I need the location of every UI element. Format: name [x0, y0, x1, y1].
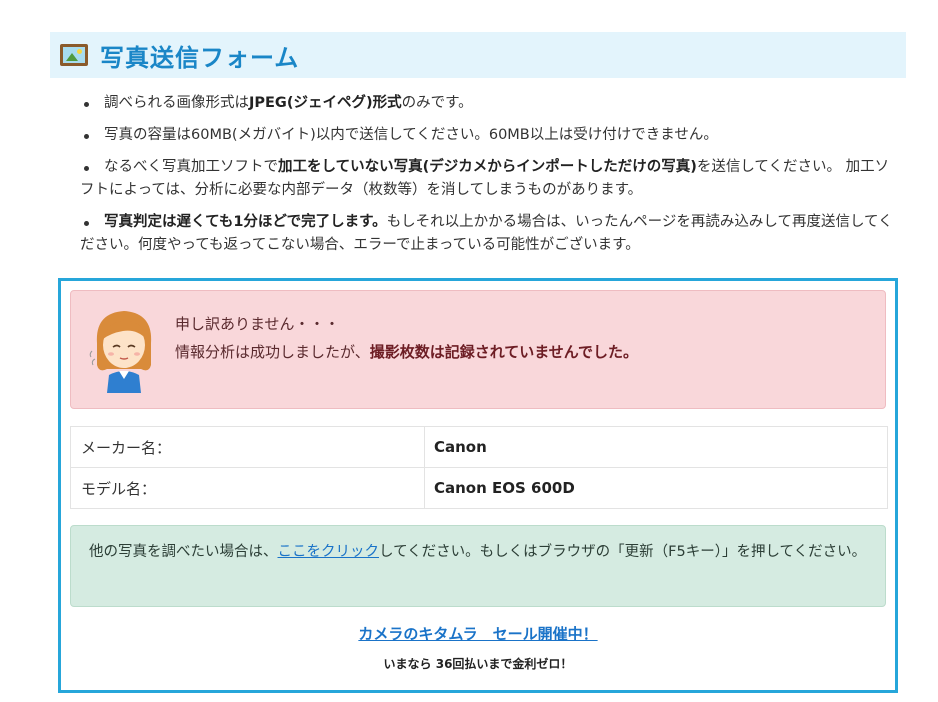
- picture-frame-icon: [60, 44, 88, 66]
- page-title: 写真送信フォーム: [100, 43, 300, 72]
- rule-item: 調べられる画像形式はJPEG(ジェイペグ)形式のみです。: [80, 92, 900, 115]
- rule-item: 写真判定は遅くても1分ほどで完了します。もしそれ以上かかる場合は、いったんページ…: [80, 211, 900, 257]
- table-row: モデル名： Canon EOS 600D: [70, 467, 888, 509]
- upload-rules-list: 調べられる画像形式はJPEG(ジェイペグ)形式のみです。 写真の容量は60MB(…: [80, 92, 900, 266]
- retry-notice: 他の写真を調べたい場合は、ここをクリックしてください。もしくはブラウザの「更新（…: [70, 525, 886, 607]
- maker-value: Canon: [424, 426, 888, 468]
- table-row: メーカー名： Canon: [70, 426, 888, 468]
- kitamura-sale-link[interactable]: カメラのキタムラ セール開催中！: [61, 623, 895, 644]
- error-alert: 申し訳ありません・・・ 情報分析は成功しましたが、撮影枚数は記録されていませんで…: [70, 290, 886, 409]
- promo-subtext: いまなら 36回払いまで金利ゼロ！: [383, 657, 573, 671]
- maker-label: メーカー名：: [70, 426, 425, 468]
- model-label: モデル名：: [70, 467, 425, 509]
- rule-item: 写真の容量は60MB(メガバイト)以内で送信してください。60MB以上は受け付け…: [80, 124, 900, 147]
- rule-item: なるべく写真加工ソフトで加工をしていない写真(デジカメからインポートしただけの写…: [80, 156, 900, 202]
- camera-info-table: メーカー名： Canon モデル名： Canon EOS 600D: [70, 426, 888, 509]
- result-panel: 申し訳ありません・・・ 情報分析は成功しましたが、撮影枚数は記録されていませんで…: [58, 278, 898, 693]
- alert-apology-text: 申し訳ありません・・・: [175, 315, 340, 333]
- model-value: Canon EOS 600D: [424, 467, 888, 509]
- apologizing-girl-icon: [89, 311, 152, 393]
- alert-detail-text: 情報分析は成功しましたが、撮影枚数は記録されていませんでした。: [175, 343, 639, 361]
- click-here-link[interactable]: ここをクリック: [278, 544, 380, 560]
- page-header: 写真送信フォーム: [50, 32, 906, 78]
